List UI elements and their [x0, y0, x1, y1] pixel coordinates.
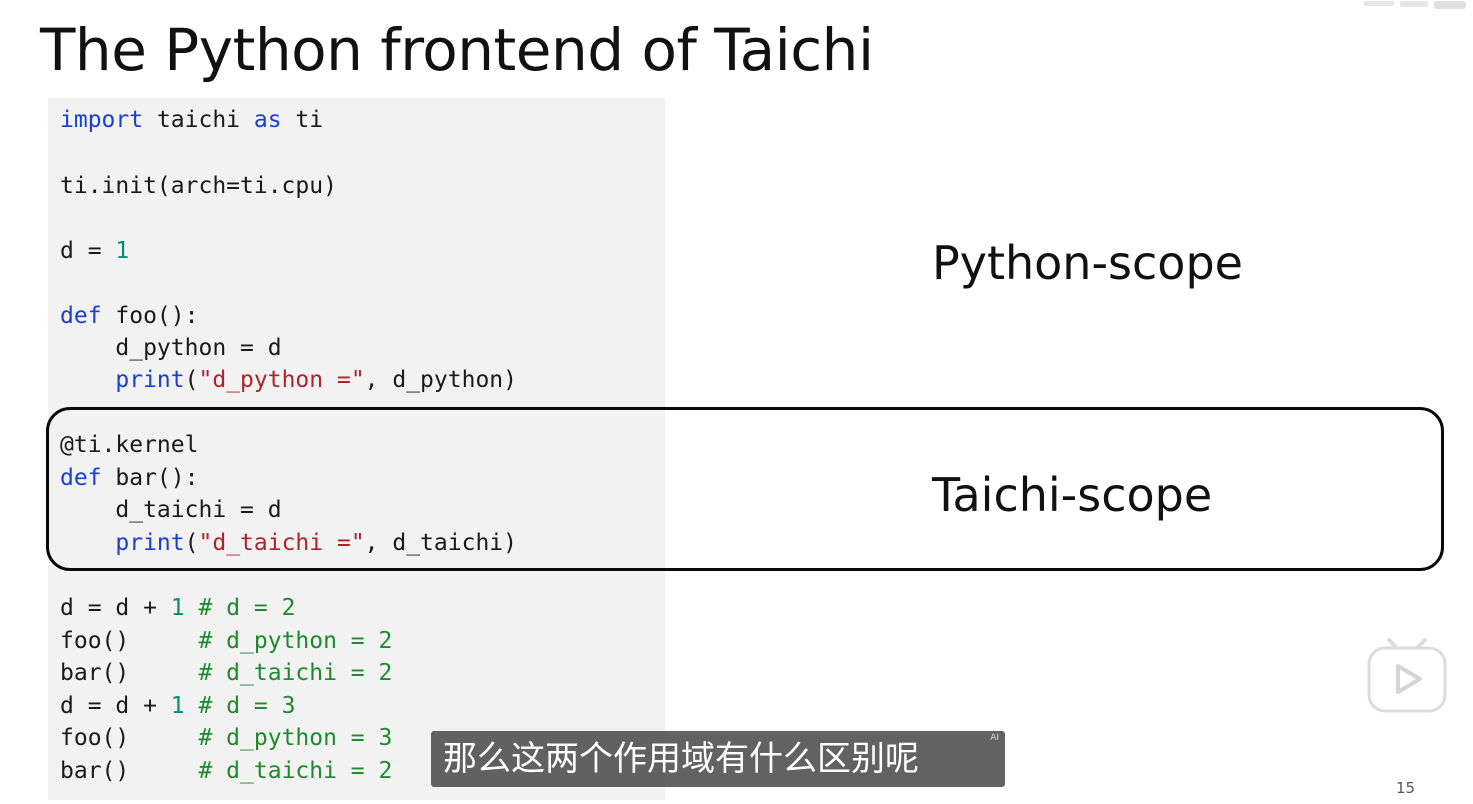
code-text: , d_python) — [364, 367, 517, 393]
code-comment: # d_python = 3 — [198, 725, 393, 751]
code-text: foo(): — [101, 303, 199, 329]
code-line: print("d_python =", d_python) — [60, 364, 517, 396]
page-number: 15 — [1396, 779, 1416, 797]
code-text: ( — [184, 367, 199, 393]
subtitle-caption: 那么这两个作用域有什么区别呢 AI — [431, 731, 1005, 787]
code-line: bar() # d_taichi = 2 — [60, 755, 392, 787]
code-line: d = 1 — [60, 235, 129, 267]
subtitle-text: 那么这两个作用域有什么区别呢 — [443, 739, 919, 779]
code-number: 1 — [170, 693, 185, 719]
code-keyword: def — [60, 303, 102, 329]
code-text: foo() — [60, 628, 199, 654]
code-text: taichi — [143, 107, 254, 133]
slide-title: The Python frontend of Taichi — [40, 16, 874, 84]
code-line: foo() # d_python = 3 — [60, 722, 392, 754]
code-text: ti — [281, 107, 324, 133]
taichi-scope-box — [46, 407, 1444, 571]
code-string: "d_python =" — [198, 367, 365, 393]
code-text: d_python = d — [60, 335, 282, 361]
code-line: ti.init(arch=ti.cpu) — [60, 170, 337, 202]
code-comment: # d_taichi = 2 — [198, 660, 393, 686]
code-comment: # d_python = 2 — [198, 628, 393, 654]
code-line: def foo(): — [60, 300, 198, 332]
taichi-scope-label: Taichi-scope — [932, 468, 1213, 522]
code-line: d = d + 1 # d = 3 — [60, 690, 295, 722]
python-scope-label: Python-scope — [932, 236, 1243, 290]
play-icon — [1367, 638, 1447, 713]
code-comment: # d = 2 — [198, 595, 296, 621]
code-line: bar() # d_taichi = 2 — [60, 657, 392, 689]
watermark-logo — [1360, 0, 1470, 14]
code-keyword: print — [115, 367, 185, 393]
code-line: import taichi as ti — [60, 104, 323, 136]
code-text: d = d + — [60, 693, 171, 719]
code-number: 1 — [115, 238, 130, 264]
code-number: 1 — [170, 595, 185, 621]
code-text: bar() — [60, 758, 199, 784]
code-text: d = — [60, 238, 116, 264]
code-line: foo() # d_python = 2 — [60, 625, 392, 657]
code-comment: # d_taichi = 2 — [198, 758, 393, 784]
ai-badge: AI — [990, 733, 999, 743]
code-keyword: as — [253, 107, 282, 133]
code-text: foo() — [60, 725, 199, 751]
play-button[interactable] — [1367, 637, 1447, 713]
code-text: ti.init(arch=ti.cpu) — [60, 173, 337, 199]
code-line: d_python = d — [60, 332, 282, 364]
code-keyword: import — [60, 107, 144, 133]
code-line: d = d + 1 # d = 2 — [60, 592, 295, 624]
code-text: d = d + — [60, 595, 171, 621]
code-text: bar() — [60, 660, 199, 686]
code-comment: # d = 3 — [198, 693, 296, 719]
